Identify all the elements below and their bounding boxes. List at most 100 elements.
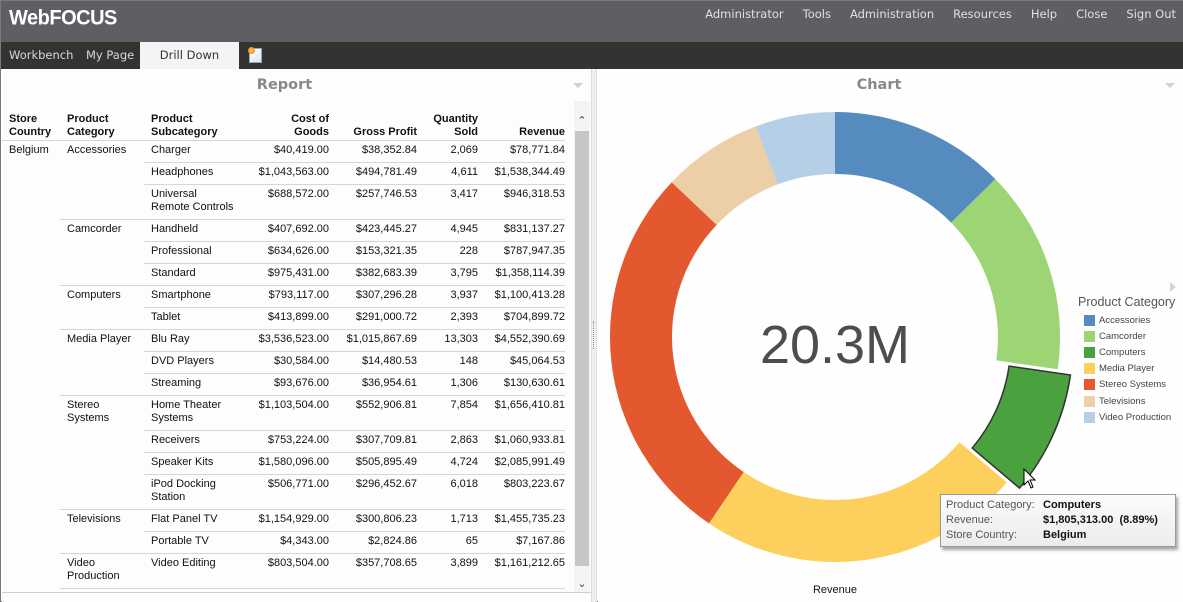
report-title: Report <box>256 77 313 93</box>
legend-scroll-arrow-icon[interactable] <box>1170 282 1176 292</box>
cell-cost-of-goods: $30,584.00 <box>252 351 329 374</box>
table-row: Stereo Systems Home Theater Systems $1,103,5… <box>2 395 565 431</box>
cell-product-subcategory: Speaker Kits <box>144 452 252 475</box>
legend-swatch <box>1084 346 1095 358</box>
chart-measure-label: Revenue <box>813 584 857 596</box>
cell-product-subcategory: Video Editing <box>144 553 252 589</box>
table-row: Headphones $1,043,563.00 $494,781.49 4,611 $… <box>2 162 565 185</box>
cell-product-subcategory: Streaming <box>144 373 252 396</box>
cell-product-category <box>60 263 144 286</box>
col-header-revenue[interactable]: Revenue <box>478 107 565 141</box>
scroll-up-arrow-icon[interactable]: ⌃ <box>574 113 590 129</box>
table-row: Televisions Flat Panel TV $1,154,929.00 $30… <box>2 509 565 532</box>
cell-gross-profit: $291,000.72 <box>329 307 417 330</box>
new-page-icon[interactable] <box>248 47 262 63</box>
donut-slice-stereo-systems[interactable] <box>610 182 744 524</box>
legend-label: Media Player <box>1099 363 1155 375</box>
report-vertical-scrollbar[interactable]: ⌃ ⌄ <box>574 101 590 592</box>
cell-quantity-sold: 4,724 <box>417 452 478 475</box>
cell-gross-profit: $494,781.49 <box>329 162 417 185</box>
cell-gross-profit: $357,708.65 <box>329 553 417 589</box>
donut-center-total: 20.3M <box>760 315 910 375</box>
cell-revenue: $1,455,735.23 <box>478 509 565 532</box>
cell-product-subcategory: Charger <box>144 140 252 163</box>
tab-workbench[interactable]: Workbench <box>1 42 81 69</box>
cell-product-subcategory: Tablet <box>144 307 252 330</box>
cell-gross-profit: $307,296.28 <box>329 285 417 308</box>
cell-revenue: $45,064.53 <box>478 351 565 374</box>
cell-product-subcategory: Headphones <box>144 162 252 185</box>
cell-revenue: $2,085,991.49 <box>478 452 565 475</box>
cell-store-country <box>2 184 60 219</box>
donut-slice-camcorder[interactable] <box>951 179 1060 370</box>
report-panel-menu-icon[interactable] <box>573 83 583 88</box>
scrollbar-thumb[interactable] <box>575 131 589 566</box>
cell-revenue: $1,358,114.39 <box>478 263 565 286</box>
legend-item[interactable]: Media Player <box>1084 361 1175 377</box>
col-header-product-subcategory[interactable]: Product Subcategory <box>144 107 252 141</box>
cell-gross-profit: $2,824.86 <box>329 531 417 554</box>
legend-items: Accessories Camcorder Computers Media Playe… <box>1078 312 1175 425</box>
cell-product-subcategory: Handheld <box>144 219 252 242</box>
table-row: Portable TV $4,343.00 $2,824.86 65 $7,167.86 <box>2 531 565 554</box>
cell-product-subcategory: Receivers <box>144 430 252 453</box>
cell-gross-profit: $382,683.39 <box>329 263 417 286</box>
table-row: Receivers $753,224.00 $307,709.81 2,863 $1,0… <box>2 430 565 453</box>
col-header-quantity-sold[interactable]: Quantity Sold <box>417 107 478 141</box>
cell-cost-of-goods: $93,676.00 <box>252 373 329 396</box>
nav-resources[interactable]: Resources <box>953 7 1012 21</box>
tab-my-page[interactable]: My Page <box>78 42 142 69</box>
table-row: Professional $634,626.00 $153,321.35 228 $78… <box>2 241 565 264</box>
legend-item[interactable]: Accessories <box>1084 312 1175 328</box>
cell-cost-of-goods: $1,103,504.00 <box>252 395 329 431</box>
cell-gross-profit: $38,352.84 <box>329 140 417 163</box>
nav-administrator[interactable]: Administrator <box>705 7 783 21</box>
scroll-down-arrow-icon[interactable]: ⌄ <box>574 576 590 592</box>
cell-cost-of-goods: $753,224.00 <box>252 430 329 453</box>
cell-product-category <box>60 351 144 373</box>
cell-store-country <box>2 329 60 351</box>
nav-administration[interactable]: Administration <box>850 7 934 21</box>
nav-help[interactable]: Help <box>1031 7 1057 21</box>
cell-product-category <box>60 531 144 554</box>
cell-product-subcategory: Portable TV <box>144 531 252 554</box>
legend-title: Product Category <box>1078 295 1176 309</box>
legend-label: Video Production <box>1099 411 1172 423</box>
cell-quantity-sold: 13,303 <box>417 329 478 352</box>
cell-product-subcategory: Blu Ray <box>144 329 252 352</box>
cell-quantity-sold: 3,795 <box>417 263 478 286</box>
report-table-container: Store Country Product Category Product Subc… <box>2 107 574 592</box>
legend-item[interactable]: Computers <box>1084 344 1175 360</box>
legend-item[interactable]: Camcorder <box>1084 328 1175 344</box>
col-header-store-country[interactable]: Store Country <box>2 107 60 141</box>
report-header-row: Store Country Product Category Product Subc… <box>2 107 565 141</box>
legend-swatch <box>1084 411 1095 423</box>
cell-store-country <box>2 474 60 509</box>
panel-splitter[interactable] <box>591 69 597 602</box>
cell-cost-of-goods: $1,043,563.00 <box>252 162 329 185</box>
col-header-product-category[interactable]: Product Category <box>60 107 144 141</box>
cell-product-category <box>60 430 144 452</box>
cell-quantity-sold: 3,937 <box>417 285 478 308</box>
legend-item[interactable]: Video Production <box>1084 409 1175 425</box>
legend-item[interactable]: Televisions <box>1084 393 1175 409</box>
nav-tools[interactable]: Tools <box>803 7 831 21</box>
report-panel: Report Store Country Product Category Prod… <box>2 69 591 602</box>
legend-item[interactable]: Stereo Systems <box>1084 377 1175 393</box>
col-header-gross-profit[interactable]: Gross Profit <box>329 107 417 141</box>
tooltip-row-category: Product Category: Computers <box>946 499 1102 511</box>
cell-revenue: $787,947.35 <box>478 241 565 264</box>
splitter-grip-icon[interactable] <box>593 321 595 349</box>
nav-sign-out[interactable]: Sign Out <box>1126 7 1176 21</box>
cell-store-country <box>2 219 60 241</box>
nav-close[interactable]: Close <box>1076 7 1107 21</box>
cell-gross-profit: $14,480.53 <box>329 351 417 374</box>
cell-revenue: $704,899.72 <box>478 307 565 330</box>
cell-product-category <box>60 474 144 510</box>
cell-quantity-sold: 65 <box>417 531 478 554</box>
cell-revenue: $946,318.53 <box>478 184 565 220</box>
tab-drill-down-page[interactable]: Drill Down Page <box>140 42 239 89</box>
col-header-cost-of-goods[interactable]: Cost of Goods <box>252 107 329 141</box>
chart-legend: Product Category Accessories Camcorder Com… <box>1078 295 1175 425</box>
table-row: Computers Smartphone $793,117.00 $307,296.2… <box>2 285 565 308</box>
